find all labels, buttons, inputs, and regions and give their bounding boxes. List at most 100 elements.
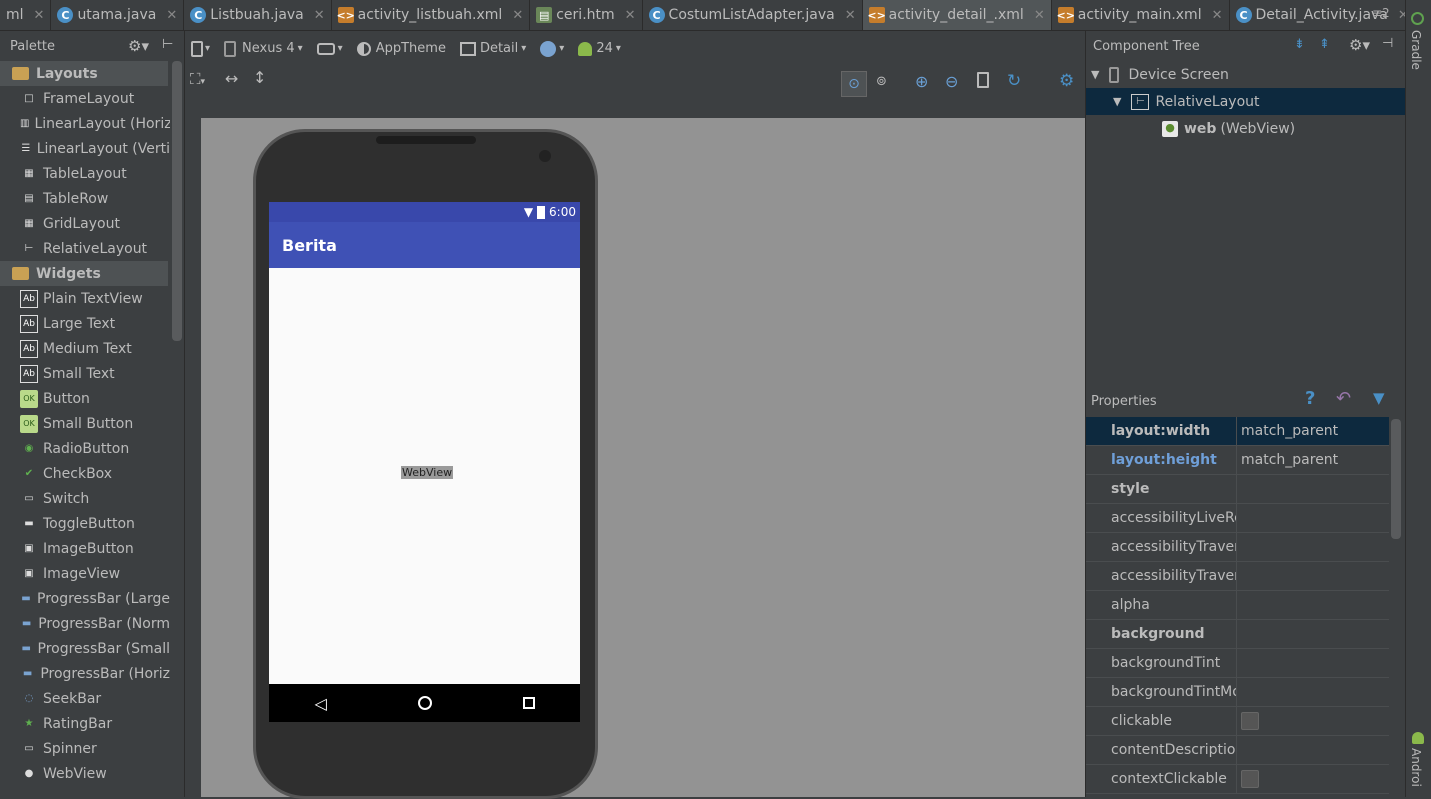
expand-all-icon[interactable]: ⇟ (1294, 37, 1305, 52)
property-row[interactable]: layout:width match_parent (1086, 417, 1389, 446)
close-icon[interactable]: ✕ (512, 8, 523, 23)
palette-item[interactable]: ▬ ProgressBar (Small (0, 636, 170, 661)
palette-item[interactable]: ☰ LinearLayout (Verti (0, 136, 170, 161)
tab-costumlistadapter-java[interactable]: C CostumListAdapter.java ✕ (643, 0, 863, 30)
refresh-icon[interactable]: ↻ (1007, 71, 1021, 91)
property-row[interactable]: alpha (1086, 591, 1389, 620)
property-checkbox[interactable] (1241, 712, 1259, 730)
property-row[interactable]: layout:height match_parent (1086, 446, 1389, 475)
fit-screen-icon[interactable]: ⛶▾ (190, 70, 205, 88)
android-tool-button[interactable]: Androi (1409, 748, 1423, 787)
property-value[interactable]: match_parent (1237, 446, 1389, 474)
actual-size-icon[interactable]: ⊚ (876, 74, 887, 89)
gear-icon[interactable]: ⚙▾ (128, 37, 149, 55)
tree-node-device-screen[interactable]: ▼ Device Screen (1086, 61, 1405, 88)
zoom-out-icon[interactable]: ⊖ (945, 72, 958, 91)
tab-utama-java[interactable]: Cutama.java ✕ (51, 0, 185, 30)
theme-selector[interactable]: AppTheme (356, 41, 446, 56)
close-icon[interactable]: ✕ (845, 8, 856, 23)
properties-scrollbar[interactable] (1391, 419, 1401, 539)
property-value[interactable] (1237, 562, 1389, 590)
gradle-tool-button[interactable]: Gradle (1409, 30, 1423, 70)
property-checkbox[interactable] (1241, 770, 1259, 788)
property-row[interactable]: accessibilityTraversalBefore (1086, 562, 1389, 591)
palette-item[interactable]: Ab Large Text (0, 311, 170, 336)
palette-item[interactable]: Ab Medium Text (0, 336, 170, 361)
property-value[interactable] (1237, 475, 1389, 503)
help-icon[interactable]: ? (1305, 388, 1315, 409)
design-canvas[interactable]: ▼ 6:00 Berita WebView ◁ (201, 118, 1085, 799)
close-icon[interactable]: ✕ (166, 8, 177, 23)
property-value[interactable] (1237, 649, 1389, 677)
expand-arrow-icon[interactable]: ▼ (1091, 68, 1099, 81)
property-value[interactable] (1237, 504, 1389, 532)
filter-icon[interactable]: ▼ (1373, 389, 1385, 407)
tab-overflow-button[interactable]: ≡2 (1372, 6, 1390, 20)
property-row[interactable]: clickable (1086, 707, 1389, 736)
zoom-in-icon[interactable]: ⊕ (915, 72, 928, 91)
hide-panel-icon[interactable]: ⊣ (1382, 36, 1393, 51)
tab-xml-partial[interactable]: ml ✕ (0, 0, 52, 30)
api-level-selector[interactable]: 24 ▾ (578, 41, 621, 56)
tab-listbuah-java[interactable]: C Listbuah.java ✕ (184, 0, 332, 30)
palette-category-layouts[interactable]: Layouts (0, 61, 168, 86)
tree-node-webview[interactable]: ● web (WebView) (1086, 115, 1405, 142)
property-value[interactable] (1237, 620, 1389, 648)
palette-item[interactable]: ▣ ImageView (0, 561, 170, 586)
property-value[interactable] (1237, 591, 1389, 619)
expand-arrow-icon[interactable]: ▼ (1113, 95, 1121, 108)
expand-horizontal-icon[interactable]: ↔ (225, 69, 238, 88)
palette-scrollbar[interactable] (172, 61, 182, 341)
tab-ceri-htm[interactable]: ▤ ceri.htm ✕ (530, 0, 643, 30)
palette-item[interactable]: □ FrameLayout (0, 86, 170, 111)
design-surface-button[interactable]: ▾ (191, 40, 210, 57)
activity-selector[interactable]: Detail ▾ (459, 41, 526, 56)
gear-icon[interactable]: ⚙▾ (1349, 36, 1370, 54)
close-icon[interactable]: ✕ (1034, 8, 1045, 23)
orientation-button[interactable]: ▾ (316, 42, 343, 55)
tab-activity-detail-xml[interactable]: <> activity_detail_.xml ✕ (862, 0, 1052, 30)
palette-item[interactable]: Ab Plain TextView (0, 286, 170, 311)
tree-node-relativelayout[interactable]: ▼ ⊢ RelativeLayout (1086, 88, 1405, 115)
property-checkbox-cell[interactable] (1237, 707, 1389, 735)
close-icon[interactable]: ✕ (34, 8, 45, 23)
palette-item[interactable]: ◉ RadioButton (0, 436, 170, 461)
property-row[interactable]: accessibilityLiveRegion (1086, 504, 1389, 533)
property-row[interactable]: background (1086, 620, 1389, 649)
palette-item[interactable]: Ab Small Text (0, 361, 170, 386)
undo-icon[interactable]: ↶ (1336, 388, 1351, 409)
property-value[interactable] (1237, 678, 1389, 706)
palette-item[interactable]: ◌ SeekBar (0, 686, 170, 711)
palette-item[interactable]: ▤ TableRow (0, 186, 170, 211)
webview-preview[interactable]: WebView (269, 268, 580, 684)
close-icon[interactable]: ✕ (314, 8, 325, 23)
palette-category-widgets[interactable]: Widgets (0, 261, 168, 286)
palette-item[interactable]: ▬ ProgressBar (Large (0, 586, 170, 611)
palette-item[interactable]: ✔ CheckBox (0, 461, 170, 486)
preview-icon[interactable] (977, 72, 989, 88)
property-row[interactable]: contextClickable (1086, 765, 1389, 794)
close-icon[interactable]: ✕ (1212, 8, 1223, 23)
palette-item[interactable]: ▦ TableLayout (0, 161, 170, 186)
tab-activity-listbuah-xml[interactable]: <> activity_listbuah.xml ✕ (332, 0, 531, 30)
palette-item[interactable]: ▭ Switch (0, 486, 170, 511)
palette-item[interactable]: ▣ ImageButton (0, 536, 170, 561)
property-row[interactable]: style (1086, 475, 1389, 504)
property-value[interactable]: match_parent (1237, 417, 1389, 445)
palette-item[interactable]: ▭ Spinner (0, 736, 170, 761)
property-row[interactable]: accessibilityTraversalAfter (1086, 533, 1389, 562)
close-icon[interactable]: ✕ (625, 8, 636, 23)
locale-selector[interactable]: ▾ (540, 40, 564, 57)
hide-panel-icon[interactable]: ⊢ (162, 37, 173, 52)
palette-item[interactable]: ▬ ToggleButton (0, 511, 170, 536)
palette-item[interactable]: ⊢ RelativeLayout (0, 236, 170, 261)
palette-item[interactable]: ▥ LinearLayout (Horiz (0, 111, 170, 136)
zoom-to-fit-icon[interactable]: ⊙ (841, 71, 867, 97)
device-selector[interactable]: Nexus 4 ▾ (224, 40, 303, 57)
palette-item[interactable]: ● WebView (0, 761, 170, 786)
palette-item[interactable]: ▦ GridLayout (0, 211, 170, 236)
palette-item[interactable]: ★ RatingBar (0, 711, 170, 736)
property-value[interactable] (1237, 533, 1389, 561)
expand-vertical-icon[interactable]: ↕ (253, 68, 266, 87)
palette-item[interactable]: OK Small Button (0, 411, 170, 436)
